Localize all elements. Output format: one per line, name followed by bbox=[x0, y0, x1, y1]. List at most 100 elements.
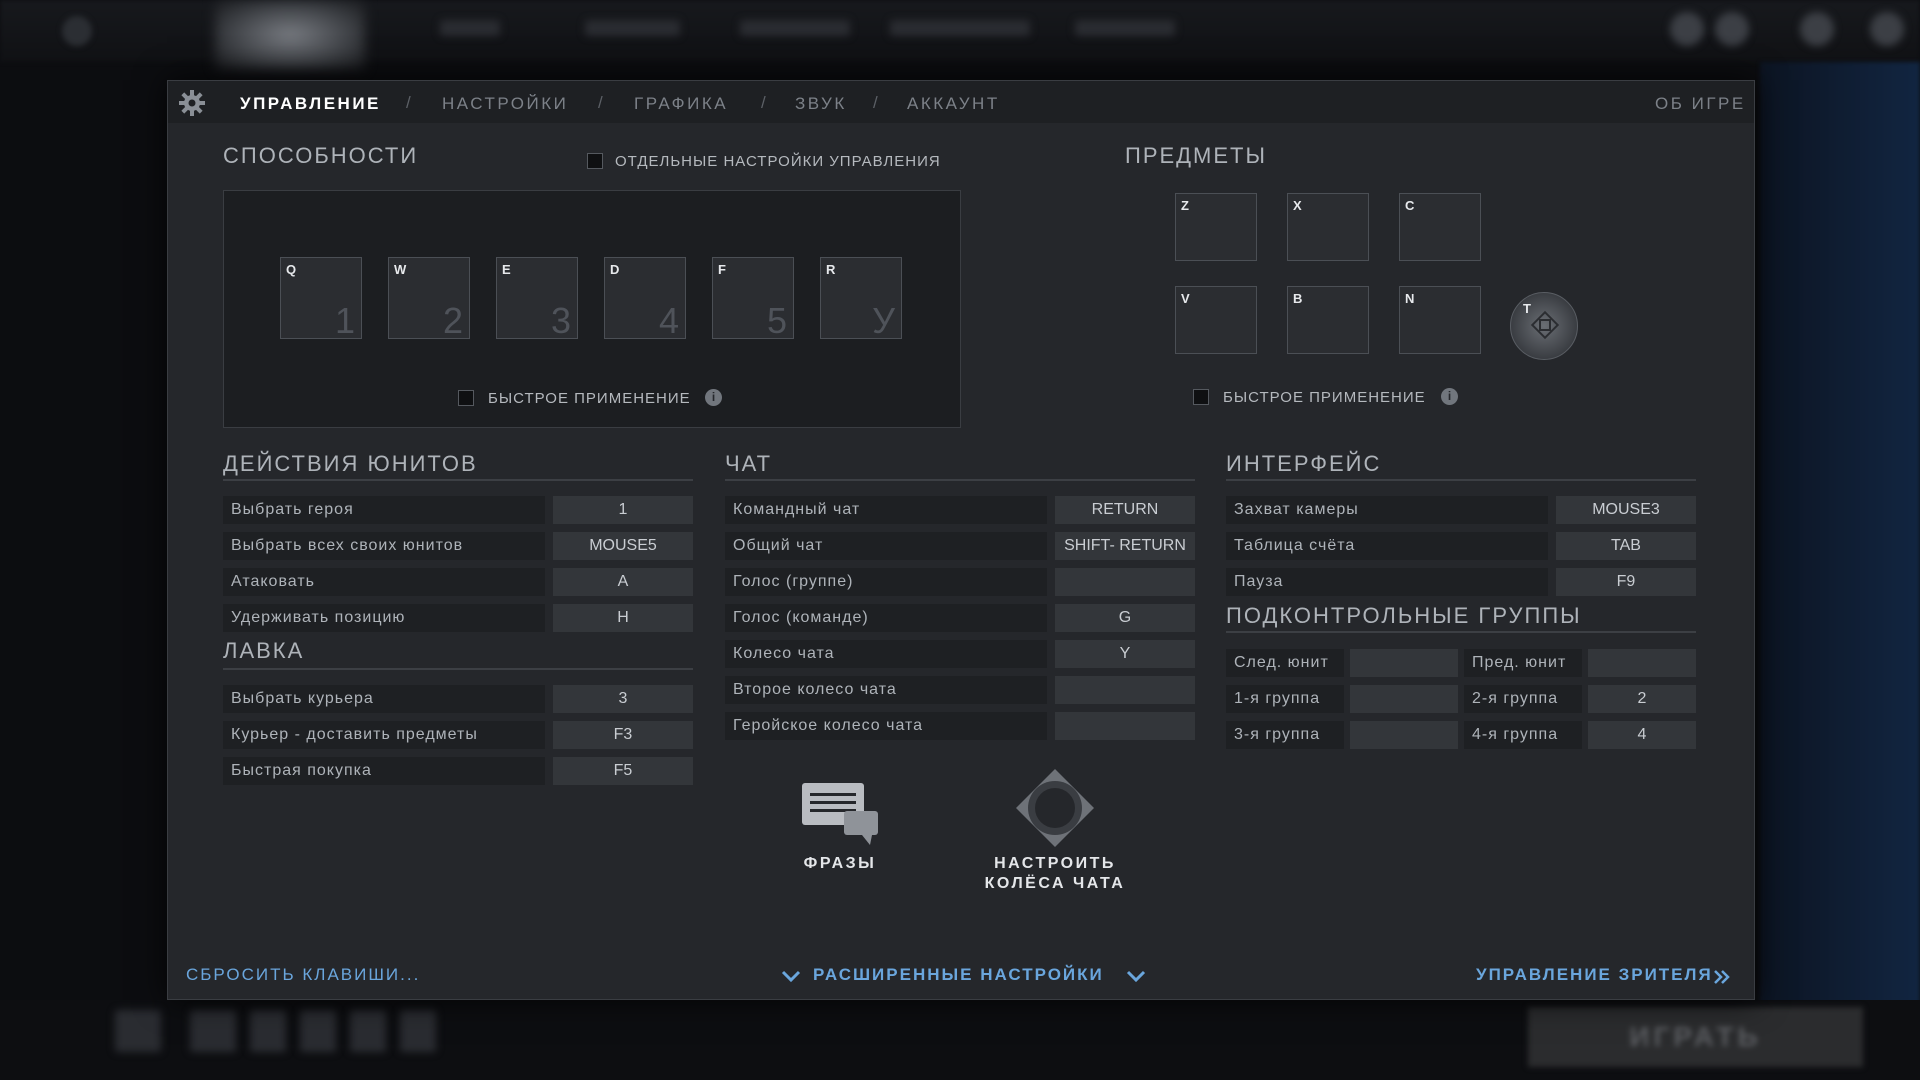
tab-separator: / bbox=[598, 93, 603, 112]
item-slot-v[interactable]: V bbox=[1175, 286, 1257, 354]
ability-slot-r[interactable]: RУ bbox=[820, 257, 902, 341]
keybind-label: Таблица счёта bbox=[1226, 532, 1548, 560]
keybind-row: Геройское колесо чата bbox=[725, 712, 1195, 740]
keybind-button[interactable] bbox=[1055, 568, 1195, 596]
keybind-button[interactable] bbox=[1350, 649, 1458, 677]
keybind-row: 1-я группа bbox=[1226, 685, 1461, 713]
keybind-button[interactable] bbox=[1588, 649, 1696, 677]
keybind-button[interactable]: A bbox=[553, 568, 693, 596]
keybind-row: Колесо чата Y bbox=[725, 640, 1195, 668]
keybind-button[interactable] bbox=[1350, 685, 1458, 713]
tab-graphics[interactable]: ГРАФИКА bbox=[634, 94, 728, 114]
slot-number: 4 bbox=[658, 300, 679, 341]
abilities-quick-cast-checkbox[interactable] bbox=[458, 390, 474, 406]
hotkey-label: F bbox=[718, 262, 726, 277]
shop-title: ЛАВКА bbox=[223, 638, 305, 663]
keybind-label: Выбрать курьера bbox=[223, 685, 545, 713]
divider bbox=[223, 668, 693, 670]
keybind-button[interactable] bbox=[1055, 676, 1195, 704]
divider bbox=[1226, 479, 1696, 481]
keybind-row: 4-я группа 4 bbox=[1464, 721, 1696, 749]
keybind-label: След. юнит bbox=[1226, 649, 1344, 677]
item-slot-x[interactable]: X bbox=[1287, 193, 1369, 261]
keybind-button[interactable]: 3 bbox=[553, 685, 693, 713]
background-side-panel bbox=[1760, 62, 1920, 1080]
tab-account[interactable]: АККАУНТ bbox=[907, 94, 1000, 114]
keybind-button[interactable]: MOUSE5 bbox=[553, 532, 693, 560]
configure-chat-wheels-label-2: КОЛЁСА ЧАТА bbox=[984, 875, 1126, 892]
keybind-row: Второе колесо чата bbox=[725, 676, 1195, 704]
item-slot-z[interactable]: Z bbox=[1175, 193, 1257, 261]
background-mail-icon bbox=[1800, 12, 1834, 46]
advanced-settings-label: РАСШИРЕННЫЕ НАСТРОЙКИ bbox=[813, 965, 1104, 984]
keybind-button[interactable]: F3 bbox=[553, 721, 693, 749]
keybind-label: Второе колесо чата bbox=[725, 676, 1047, 704]
keybind-label: Геройское колесо чата bbox=[725, 712, 1047, 740]
keybind-row: Выбрать всех своих юнитов MOUSE5 bbox=[223, 532, 693, 560]
tab-sound[interactable]: ЗВУК bbox=[795, 94, 847, 114]
background-bottom-icon bbox=[350, 1010, 386, 1052]
keybind-button[interactable]: F9 bbox=[1556, 568, 1696, 596]
configure-chat-wheels-button[interactable]: НАСТРОИТЬ КОЛЁСА ЧАТА bbox=[980, 767, 1130, 894]
keybind-label: Захват камеры bbox=[1226, 496, 1548, 524]
keybind-button[interactable]: 4 bbox=[1588, 721, 1696, 749]
keybind-button[interactable]: 2 bbox=[1588, 685, 1696, 713]
keybind-row: Голос (команде) G bbox=[725, 604, 1195, 632]
item-slot-b[interactable]: B bbox=[1287, 286, 1369, 354]
keybind-button[interactable]: H bbox=[553, 604, 693, 632]
phrases-button[interactable]: ФРАЗЫ bbox=[780, 781, 900, 874]
keybind-button[interactable]: 1 bbox=[553, 496, 693, 524]
slot-number: У bbox=[872, 300, 895, 341]
info-icon[interactable]: i bbox=[705, 389, 722, 406]
configure-chat-wheels-label-1: НАСТРОИТЬ bbox=[994, 855, 1116, 872]
keybind-label: Голос (команде) bbox=[725, 604, 1047, 632]
separate-controls-checkbox[interactable] bbox=[587, 153, 603, 169]
info-icon[interactable]: i bbox=[1441, 388, 1458, 405]
keybind-button[interactable] bbox=[1350, 721, 1458, 749]
keybind-row: Выбрать героя 1 bbox=[223, 496, 693, 524]
tab-separator: / bbox=[761, 93, 766, 112]
hotkey-label: E bbox=[502, 262, 511, 277]
keybind-row: Пауза F9 bbox=[1226, 568, 1696, 596]
background-nav-item bbox=[440, 20, 500, 36]
spectator-controls-link[interactable]: УПРАВЛЕНИЕ ЗРИТЕЛЯ bbox=[1476, 965, 1736, 987]
keybind-button[interactable]: G bbox=[1055, 604, 1195, 632]
keybind-label: Атаковать bbox=[223, 568, 545, 596]
keybind-row: Пред. юнит bbox=[1464, 649, 1696, 677]
abilities-quick-cast-label: БЫСТРОЕ ПРИМЕНЕНИЕ bbox=[488, 390, 691, 407]
tab-about[interactable]: ОБ ИГРЕ bbox=[1655, 94, 1746, 114]
tab-separator: / bbox=[406, 93, 411, 112]
keybind-label: Общий чат bbox=[725, 532, 1047, 560]
ability-slot-q[interactable]: Q1 bbox=[280, 257, 362, 341]
keybind-label: Командный чат bbox=[725, 496, 1047, 524]
ability-slot-w[interactable]: W2 bbox=[388, 257, 470, 341]
reset-keys-link[interactable]: СБРОСИТЬ КЛАВИШИ... bbox=[186, 965, 420, 985]
keybind-button[interactable]: RETURN bbox=[1055, 496, 1195, 524]
tab-settings[interactable]: НАСТРОЙКИ bbox=[442, 94, 568, 114]
keybind-label: Колесо чата bbox=[725, 640, 1047, 668]
ability-slot-f[interactable]: F5 bbox=[712, 257, 794, 341]
play-button[interactable]: ИГРАТЬ bbox=[1528, 1007, 1863, 1067]
keybind-button[interactable]: SHIFT- RETURN bbox=[1055, 532, 1195, 560]
keybind-button[interactable]: Y bbox=[1055, 640, 1195, 668]
keybind-label: Выбрать героя bbox=[223, 496, 545, 524]
slot-number: 3 bbox=[550, 300, 571, 341]
keybind-button[interactable] bbox=[1055, 712, 1195, 740]
keybind-row: Командный чат RETURN bbox=[725, 496, 1195, 524]
chat-title: ЧАТ bbox=[725, 451, 773, 476]
ability-slot-e[interactable]: E3 bbox=[496, 257, 578, 341]
item-slot-n[interactable]: N bbox=[1399, 286, 1481, 354]
ability-slot-d[interactable]: D4 bbox=[604, 257, 686, 341]
items-quick-cast-checkbox[interactable] bbox=[1193, 389, 1209, 405]
hotkey-label: C bbox=[1405, 198, 1415, 213]
tp-scroll-slot[interactable]: T bbox=[1510, 292, 1578, 360]
keybind-label: Удерживать позицию bbox=[223, 604, 545, 632]
separate-controls-label: ОТДЕЛЬНЫЕ НАСТРОЙКИ УПРАВЛЕНИЯ bbox=[615, 153, 941, 170]
tab-controls[interactable]: УПРАВЛЕНИЕ bbox=[240, 94, 381, 114]
keybind-button[interactable]: F5 bbox=[553, 757, 693, 785]
items-title: ПРЕДМЕТЫ bbox=[1125, 143, 1267, 168]
item-slot-c[interactable]: C bbox=[1399, 193, 1481, 261]
keybind-button[interactable]: MOUSE3 bbox=[1556, 496, 1696, 524]
abilities-title: СПОСОБНОСТИ bbox=[223, 143, 419, 168]
keybind-button[interactable]: TAB bbox=[1556, 532, 1696, 560]
